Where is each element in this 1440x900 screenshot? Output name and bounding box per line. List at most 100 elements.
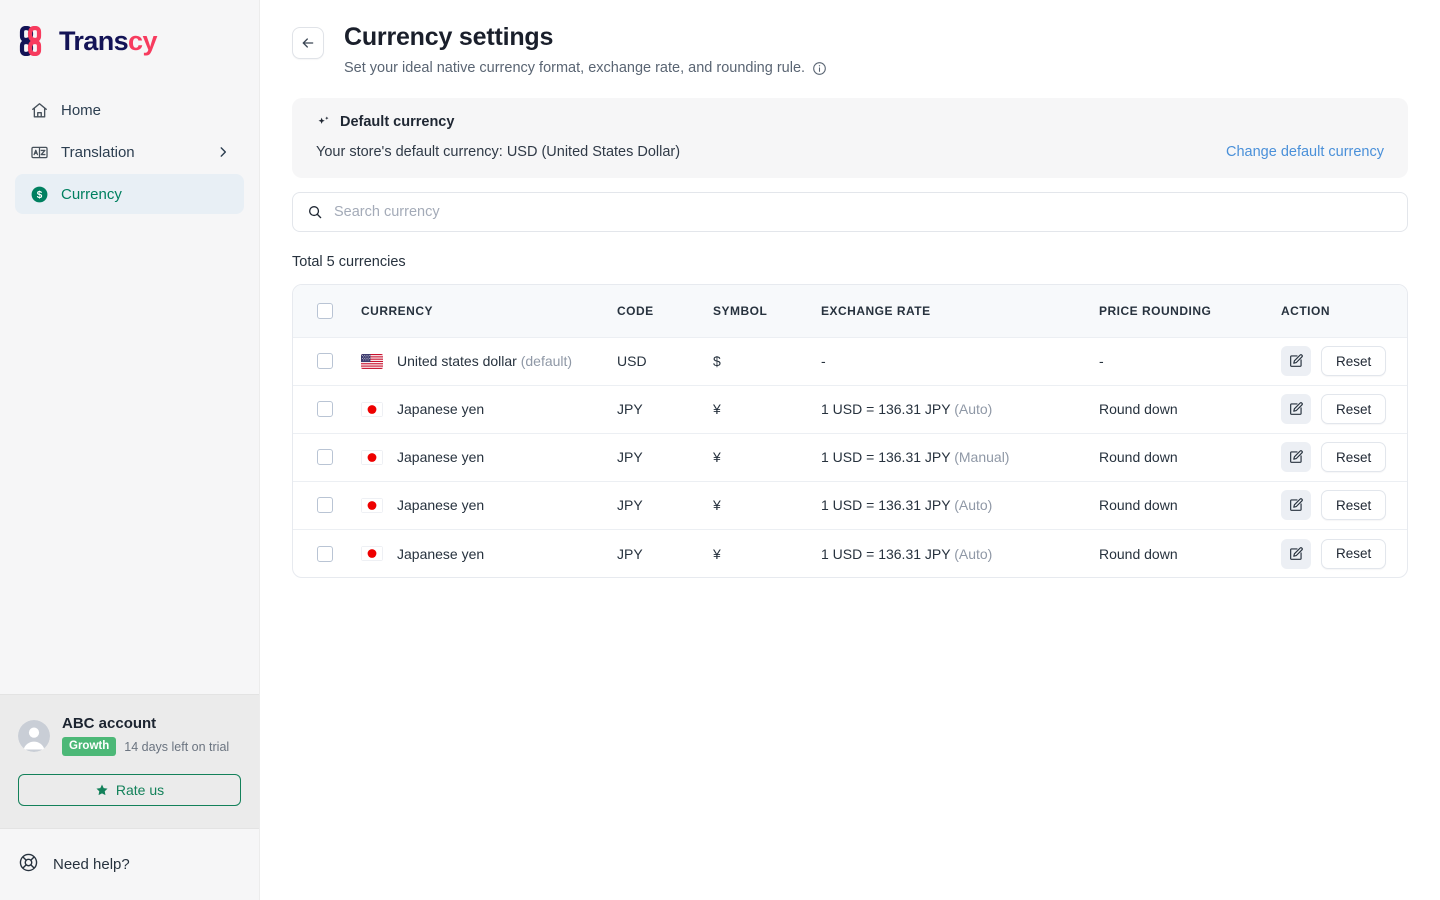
cell-code: JPY (617, 401, 643, 418)
cell-action: Reset (1281, 337, 1407, 385)
us-flag-icon (361, 353, 383, 369)
edit-button[interactable] (1281, 442, 1311, 473)
search-input[interactable] (334, 204, 1393, 221)
rate-mode: (Auto) (954, 497, 993, 514)
row-checkbox[interactable] (317, 449, 333, 466)
currency-name: Japanese yen (397, 401, 485, 418)
edit-button[interactable] (1281, 538, 1311, 569)
cell-exchange-rate: 1 USD = 136.31 JPY (Auto) (821, 545, 993, 562)
account-row: ABC account Growth 14 days left on trial (18, 715, 241, 756)
banner-title: Default currency (340, 114, 455, 131)
search-bar[interactable] (292, 192, 1408, 233)
need-help-row[interactable]: Need help? (0, 828, 259, 900)
row-checkbox[interactable] (317, 353, 333, 370)
cell-price-rounding: Round down (1099, 401, 1178, 418)
table-row: United states dollar (default) USD $ - - Rese… (293, 337, 1407, 385)
rate-mode: (Manual) (954, 449, 1010, 466)
cell-exchange-rate: 1 USD = 136.31 JPY (Auto) (821, 401, 993, 418)
cell-action: Reset (1281, 529, 1407, 577)
search-icon (309, 206, 322, 219)
cell-price-rounding: Round down (1099, 497, 1178, 514)
cell-action: Reset (1281, 385, 1407, 433)
reset-button[interactable]: Reset (1321, 442, 1387, 473)
select-all-checkbox[interactable] (317, 303, 333, 319)
row-checkbox[interactable] (317, 545, 333, 562)
cell-price-rounding: Round down (1099, 545, 1178, 562)
logo-wrap: Transcy (0, 0, 259, 76)
banner-title-row: Default currency (316, 114, 1384, 130)
row-checkbox[interactable] (317, 401, 333, 418)
row-checkbox[interactable] (317, 497, 333, 514)
currency-dollar-icon: $ (29, 184, 49, 204)
jp-flag-icon (361, 449, 383, 465)
cell-code: USD (617, 353, 647, 370)
rate-us-button[interactable]: Rate us (18, 774, 241, 806)
reset-button[interactable]: Reset (1321, 394, 1387, 425)
default-currency-banner: Default currency Your store's default cu… (292, 98, 1408, 179)
currency-default-note: (default) (520, 353, 573, 370)
sidebar-item-home[interactable]: Home (15, 90, 244, 130)
sidebar-item-translation[interactable]: Translation (15, 132, 244, 172)
currency-name: Japanese yen (397, 497, 485, 514)
header-symbol: SYMBOL (713, 304, 768, 318)
info-circle-icon[interactable] (812, 61, 827, 76)
back-button[interactable] (292, 27, 324, 59)
header-price-rounding: PRICE ROUNDING (1099, 304, 1212, 318)
sidebar-item-label-translation: Translation (61, 143, 135, 161)
row-select-cell (293, 529, 361, 577)
reset-button[interactable]: Reset (1321, 490, 1387, 521)
cell-symbol: $ (713, 353, 721, 370)
reset-button[interactable]: Reset (1321, 346, 1387, 377)
cell-currency: Japanese yen (361, 385, 617, 433)
cell-price-rounding: - (1099, 353, 1104, 370)
currency-name: Japanese yen (397, 545, 485, 562)
currency-name: Japanese yen (397, 449, 485, 466)
account-info: ABC account Growth 14 days left on trial (62, 715, 229, 756)
plan-badge: Growth (62, 737, 117, 756)
page-title: Currency settings (344, 23, 554, 51)
edit-pencil-square-icon (1290, 450, 1303, 464)
table-row: Japanese yen JPY ¥1 USD = 136.31 JPY (Auto… (293, 481, 1407, 529)
brand-logo[interactable]: Transcy (18, 26, 259, 56)
jp-flag-icon (361, 401, 383, 417)
sidebar: Transcy Home Translation $ Currency ABC … (0, 0, 260, 900)
sidebar-item-currency[interactable]: $ Currency (15, 174, 244, 214)
lifebuoy-icon (18, 852, 39, 878)
jp-flag-icon (361, 546, 383, 561)
sidebar-item-label-currency: Currency (61, 185, 122, 203)
trial-text: 14 days left on trial (124, 739, 230, 754)
rate-mode: (Auto) (954, 401, 993, 418)
home-icon (29, 100, 49, 120)
rate-mode: (Auto) (954, 545, 993, 562)
table-row: Japanese yen JPY ¥1 USD = 136.31 JPY (Auto… (293, 529, 1407, 577)
reset-button[interactable]: Reset (1321, 538, 1387, 569)
edit-button[interactable] (1281, 490, 1311, 521)
sidebar-nav: Home Translation $ Currency (0, 76, 259, 214)
edit-button[interactable] (1281, 394, 1311, 425)
edit-pencil-square-icon (1290, 354, 1303, 368)
edit-pencil-square-icon (1290, 402, 1303, 416)
header-exchange-rate: EXCHANGE RATE (821, 304, 931, 318)
edit-pencil-square-icon (1290, 546, 1303, 560)
jp-flag-icon (361, 497, 383, 513)
cell-exchange-rate: - (821, 353, 826, 370)
translation-icon (29, 142, 49, 162)
banner-body: Your store's default currency: USD (Unit… (316, 144, 1384, 160)
page-header: Currency settings Set your ideal native … (292, 0, 1408, 76)
currency-table: CURRENCY CODE SYMBOL EXCHANGE RATE PRICE… (293, 285, 1407, 577)
cell-currency: Japanese yen (361, 529, 617, 577)
header-action: ACTION (1281, 304, 1330, 318)
main-content: Currency settings Set your ideal native … (260, 0, 1440, 900)
row-select-cell (293, 481, 361, 529)
edit-button[interactable] (1281, 346, 1311, 377)
banner-text: Your store's default currency: USD (Unit… (316, 144, 681, 161)
account-meta: Growth 14 days left on trial (62, 737, 229, 756)
currency-table-body: United states dollar (default) USD $ - - Rese… (293, 337, 1407, 577)
header-code: CODE (617, 304, 654, 318)
cell-action: Reset (1281, 433, 1407, 481)
sparkle-icon (318, 116, 329, 124)
change-default-currency-link[interactable]: Change default currency (1226, 144, 1384, 160)
cell-symbol: ¥ (713, 497, 721, 514)
cell-symbol: ¥ (713, 449, 721, 466)
